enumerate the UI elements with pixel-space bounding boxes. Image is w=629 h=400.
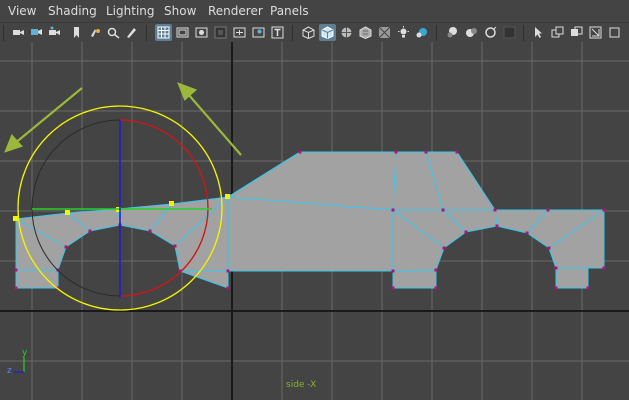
smooth-shade-icon [321, 26, 334, 39]
menu-view[interactable]: View [8, 4, 36, 18]
select-camera-icon [13, 30, 24, 35]
film-gate-button[interactable] [174, 24, 191, 41]
toolbar-separator [436, 25, 437, 41]
menu-lighting[interactable]: Lighting [106, 4, 155, 18]
grease-pencil-button[interactable] [123, 24, 140, 41]
menu-bar: View Shading Lighting Show Renderer Pane… [0, 0, 629, 22]
resolution-gate-button[interactable] [193, 24, 210, 41]
wireframe-on-shaded-button[interactable] [338, 24, 355, 41]
menu-renderer[interactable]: Renderer [208, 4, 263, 18]
safe-title-button[interactable] [269, 24, 286, 41]
axis-y-label: y [22, 348, 28, 358]
menu-shading[interactable]: Shading [48, 4, 97, 18]
camera-ui-button[interactable] [46, 24, 63, 41]
arrow-right-head [177, 82, 198, 101]
field-chart-icon [233, 27, 246, 38]
axis-gizmo: y z [7, 348, 28, 376]
isolate-select-button[interactable] [501, 24, 518, 41]
gate-mask-button[interactable] [212, 24, 229, 41]
menu-panels[interactable]: Panels [270, 4, 309, 18]
ambient-occlusion-button[interactable] [413, 24, 430, 41]
backface-culling-icon [571, 26, 583, 36]
ambient-occlusion-icon [416, 28, 427, 38]
toolbar-handle[interactable] [3, 25, 4, 41]
depth-of-field-icon [485, 26, 497, 38]
panel-layout-button[interactable] [587, 24, 604, 41]
arrow-left-head [4, 133, 23, 153]
bookmark-icon [74, 27, 79, 38]
use-all-lights-icon [378, 26, 391, 39]
overflow-icon [609, 27, 620, 38]
anti-aliasing-icon [466, 28, 477, 37]
viewport-3d[interactable]: y z [0, 42, 629, 400]
toolbar-separator [146, 25, 147, 41]
safe-title-icon [271, 26, 284, 39]
lightbulb-icon [398, 26, 409, 38]
grease-pencil-icon [127, 28, 136, 38]
film-gate-icon [176, 27, 189, 38]
grid-icon [157, 26, 170, 39]
safe-action-icon [252, 27, 265, 38]
depth-of-field-button[interactable] [482, 24, 499, 41]
xray-joints-button[interactable] [549, 24, 566, 41]
smooth-shade-button[interactable] [319, 24, 336, 41]
wireframe-icon [302, 26, 315, 39]
wireframe-button[interactable] [300, 24, 317, 41]
safe-action-button[interactable] [250, 24, 267, 41]
axis-z-label: z [7, 366, 12, 376]
panel-layout-icon [589, 26, 602, 39]
textured-icon [359, 26, 372, 39]
xray-joints-icon [551, 26, 564, 38]
gate-mask-icon [214, 26, 227, 39]
motion-blur-icon [447, 27, 457, 38]
wireframe-on-shaded-icon [341, 27, 352, 38]
two-d-pan-zoom-button[interactable] [105, 24, 122, 41]
camera-name-label: side -X [286, 380, 317, 390]
camera-attributes-icon [31, 29, 42, 35]
overflow-button[interactable] [606, 24, 623, 41]
motion-blur-button[interactable] [444, 24, 461, 41]
textured-button[interactable] [357, 24, 374, 41]
isolate-select-icon [503, 26, 516, 39]
toolbar-separator [523, 25, 524, 41]
backface-culling-button[interactable] [568, 24, 585, 41]
select-camera-button[interactable] [10, 24, 27, 41]
resolution-gate-icon [195, 27, 208, 38]
image-plane-icon [91, 29, 100, 37]
menu-show[interactable]: Show [164, 4, 196, 18]
xray-button[interactable] [530, 24, 547, 41]
grid-button[interactable] [155, 24, 172, 41]
anti-aliasing-button[interactable] [463, 24, 480, 41]
bookmark-button[interactable] [68, 24, 85, 41]
car-mesh[interactable] [15, 151, 605, 289]
use-all-lights-button[interactable] [376, 24, 393, 41]
shadows-button[interactable] [395, 24, 412, 41]
cursor-select-icon [535, 27, 542, 38]
camera-attributes-button[interactable] [28, 24, 45, 41]
panel-toolbar [0, 22, 629, 43]
two-d-pan-zoom-icon [107, 27, 120, 39]
camera-ui-icon [49, 26, 60, 35]
field-chart-button[interactable] [231, 24, 248, 41]
image-plane-button[interactable] [87, 24, 104, 41]
toolbar-separator [292, 25, 293, 41]
